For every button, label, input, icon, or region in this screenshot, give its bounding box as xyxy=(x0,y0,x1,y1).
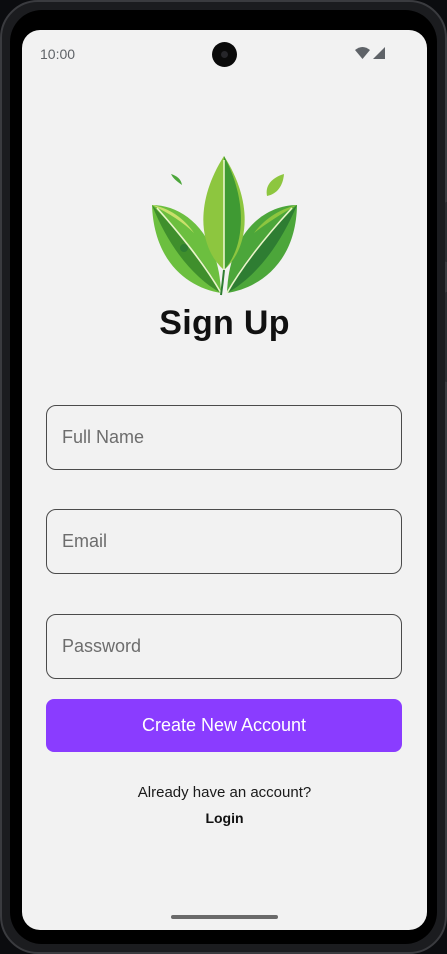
phone-frame: 10:00 Sign Up Full Name Email Create New… xyxy=(0,0,447,954)
page-title: Sign Up xyxy=(159,304,290,342)
password-input[interactable] xyxy=(46,614,402,679)
full-name-input[interactable] xyxy=(46,405,402,470)
status-bar: 10:00 xyxy=(22,30,427,78)
status-time: 10:00 xyxy=(40,46,76,62)
login-link[interactable]: Login xyxy=(22,810,427,826)
front-camera xyxy=(212,42,237,67)
login-prompt-text: Already have an account? xyxy=(137,784,312,801)
status-icons xyxy=(355,46,385,64)
app-screen: 10:00 Sign Up Full Name Email Create New… xyxy=(22,30,427,930)
create-account-button[interactable]: Create New Account xyxy=(46,699,402,752)
cellular-signal-icon xyxy=(373,46,385,64)
wifi-icon xyxy=(355,46,370,64)
leaf-logo-icon xyxy=(149,148,299,298)
email-input[interactable] xyxy=(46,509,402,574)
home-indicator[interactable] xyxy=(171,915,278,919)
